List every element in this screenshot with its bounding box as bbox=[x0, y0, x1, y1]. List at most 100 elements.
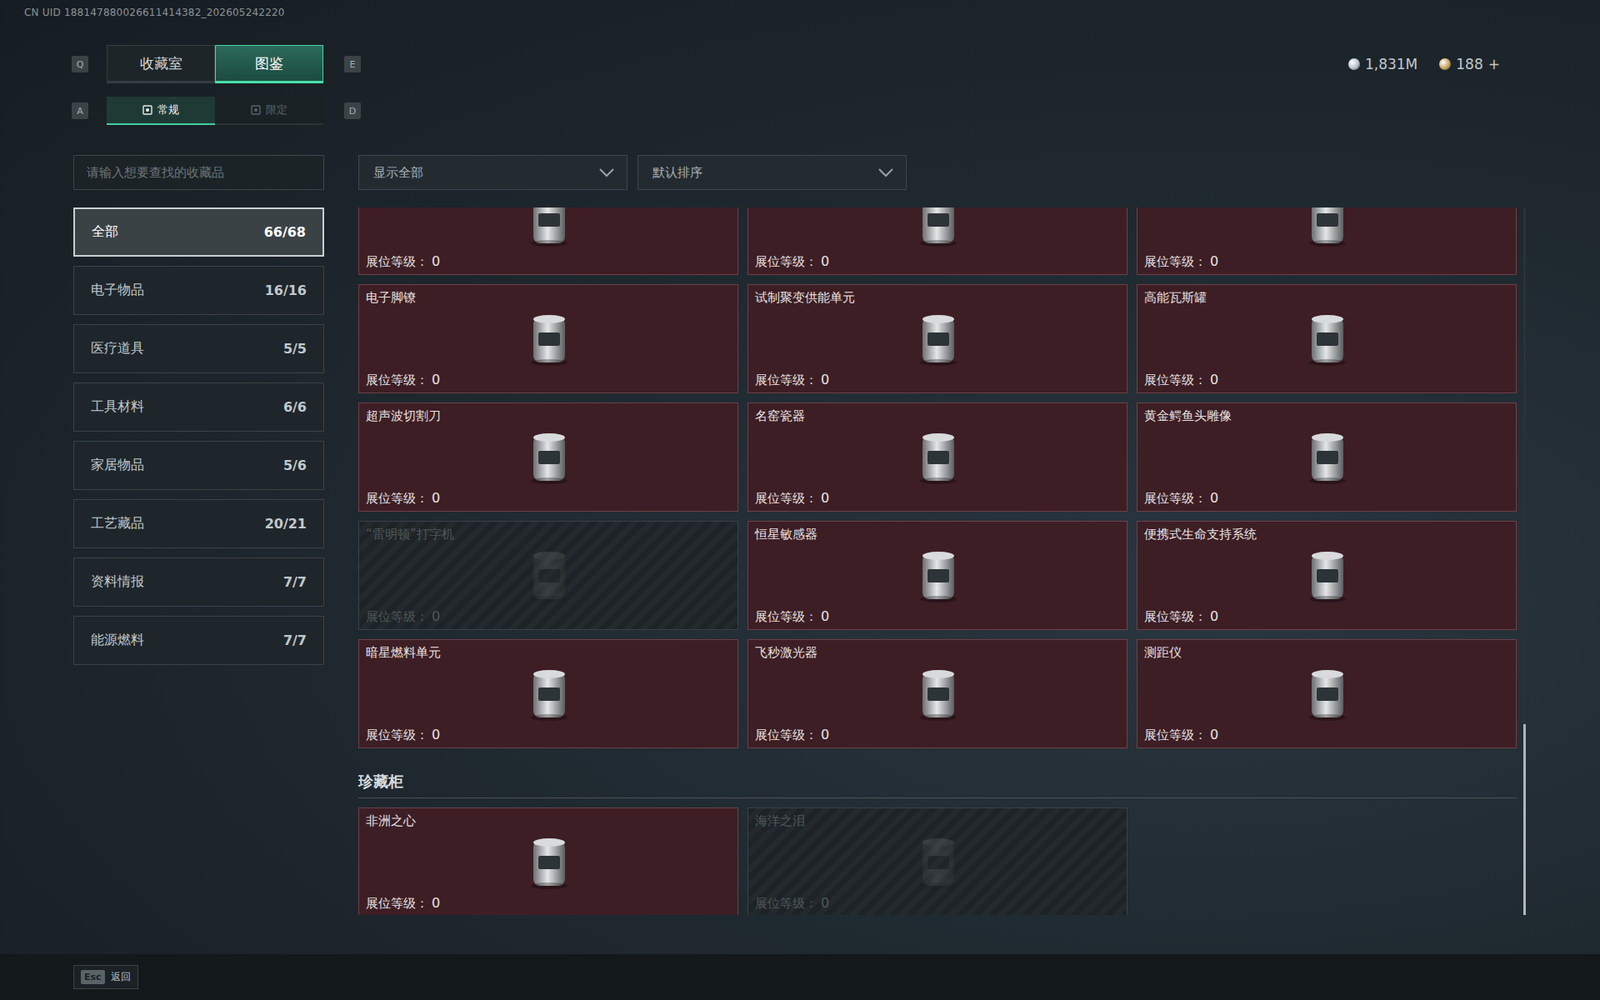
item-icon bbox=[905, 207, 971, 250]
sidebar-item[interactable]: 工具材料6/6 bbox=[73, 382, 325, 432]
collection-card[interactable]: 名窑瓷器展位等级：0 bbox=[747, 402, 1128, 512]
collection-card[interactable]: 海洋之泪展位等级：0 bbox=[747, 807, 1128, 915]
scrollbar[interactable] bbox=[1523, 207, 1526, 915]
card-name: 黄金鳄鱼头雕像 bbox=[1144, 408, 1511, 425]
collection-card[interactable]: 展位等级：0 bbox=[358, 207, 739, 275]
sub-tab[interactable]: 常规 bbox=[106, 96, 215, 125]
item-icon bbox=[1295, 664, 1360, 725]
item-icon bbox=[905, 545, 971, 606]
card-level: 展位等级：0 bbox=[365, 490, 733, 507]
collection-page: CN UID 188147880026611414382_20260524222… bbox=[0, 0, 1600, 1000]
item-icon bbox=[1295, 545, 1360, 606]
card-name: 测距仪 bbox=[1144, 645, 1511, 661]
footer: Esc返回 bbox=[0, 954, 1600, 1000]
item-icon bbox=[516, 832, 582, 893]
section-title: 珍藏柜 bbox=[358, 771, 1517, 799]
item-icon bbox=[905, 832, 971, 893]
card-level: 展位等级：0 bbox=[1144, 726, 1511, 744]
card-name: 便携式生命支持系统 bbox=[1144, 526, 1511, 543]
collection-card[interactable]: 电子脚镣展位等级：0 bbox=[358, 284, 739, 394]
card-level: 展位等级：0 bbox=[1144, 608, 1511, 625]
top-bar: CN UID 188147880026611414382_20260524222… bbox=[0, 0, 1600, 45]
uid-label: CN UID 188147880026611414382_20260524222… bbox=[24, 6, 285, 19]
back-button[interactable]: Esc返回 bbox=[73, 965, 139, 990]
card-name: 飞秒激光器 bbox=[755, 645, 1122, 661]
filter-dropdown[interactable]: 默认排序 bbox=[637, 155, 907, 190]
item-icon bbox=[516, 664, 582, 725]
search-input[interactable] bbox=[73, 155, 325, 190]
subtab-row: A 常规限定 D bbox=[0, 96, 1600, 125]
card-level: 展位等级：0 bbox=[365, 608, 733, 625]
card-level: 展位等级：0 bbox=[365, 253, 733, 270]
tab-row: Q 收藏室图鉴 E 1,831M 188+ bbox=[0, 45, 1600, 84]
sidebar-item[interactable]: 医疗道具5/5 bbox=[73, 324, 325, 374]
filter-dropdown[interactable]: 显示全部 bbox=[358, 155, 628, 190]
card-level: 展位等级：0 bbox=[755, 371, 1122, 389]
card-name: 超声波切割刀 bbox=[365, 408, 733, 425]
card-level: 展位等级：0 bbox=[755, 253, 1122, 270]
collection-card[interactable]: 展位等级：0 bbox=[1136, 207, 1517, 275]
currency-bar: 1,831M 188+ bbox=[1348, 55, 1500, 73]
sidebar-item[interactable]: 全部66/68 bbox=[73, 207, 325, 257]
coin-icon bbox=[1439, 58, 1451, 70]
main-tab[interactable]: 收藏室 bbox=[106, 45, 215, 84]
coin-icon bbox=[1348, 58, 1360, 70]
collection-card[interactable]: 非洲之心展位等级：0 bbox=[358, 807, 739, 915]
category-icon bbox=[250, 105, 261, 115]
collection-card[interactable]: 黄金鳄鱼头雕像展位等级：0 bbox=[1136, 402, 1517, 512]
chevron-down-icon bbox=[877, 167, 895, 178]
collection-card[interactable]: 展位等级：0 bbox=[747, 207, 1128, 275]
card-level: 展位等级：0 bbox=[1144, 253, 1511, 270]
card-name: 高能瓦斯罐 bbox=[1144, 290, 1511, 306]
collection-card[interactable]: 高能瓦斯罐展位等级：0 bbox=[1136, 284, 1517, 394]
currency: 188+ bbox=[1439, 55, 1500, 73]
card-level: 展位等级：0 bbox=[1144, 371, 1511, 389]
main-tab[interactable]: 图鉴 bbox=[215, 45, 324, 84]
collection-card[interactable]: “雷明顿”打字机展位等级：0 bbox=[358, 520, 739, 630]
card-level: 展位等级：0 bbox=[755, 726, 1122, 744]
card-level: 展位等级：0 bbox=[365, 726, 733, 744]
add-button[interactable]: + bbox=[1488, 55, 1500, 73]
sidebar-item[interactable]: 能源燃料7/7 bbox=[73, 615, 325, 665]
key-hint: Q bbox=[71, 55, 89, 73]
currency: 1,831M bbox=[1348, 55, 1418, 73]
card-name: 试制聚变供能单元 bbox=[755, 290, 1122, 306]
item-icon bbox=[905, 427, 971, 488]
collection-card[interactable]: 便携式生命支持系统展位等级：0 bbox=[1136, 520, 1517, 630]
item-icon bbox=[516, 545, 582, 606]
card-level: 展位等级：0 bbox=[365, 895, 733, 912]
key-hint: D bbox=[344, 102, 361, 120]
card-level: 展位等级：0 bbox=[755, 490, 1122, 507]
item-icon bbox=[905, 664, 971, 725]
sidebar-item[interactable]: 家居物品5/6 bbox=[73, 440, 325, 490]
item-icon bbox=[1295, 427, 1360, 488]
collection-card[interactable]: 超声波切割刀展位等级：0 bbox=[358, 402, 739, 512]
collection-card[interactable]: 暗星燃料单元展位等级：0 bbox=[358, 639, 739, 749]
key-hint: A bbox=[71, 102, 89, 120]
collection-card[interactable]: 测距仪展位等级：0 bbox=[1136, 639, 1517, 749]
item-icon bbox=[905, 309, 971, 370]
card-name: “雷明顿”打字机 bbox=[365, 526, 733, 543]
sidebar-item[interactable]: 电子物品16/16 bbox=[73, 265, 325, 315]
item-icon bbox=[516, 309, 582, 370]
item-icon bbox=[1295, 207, 1360, 250]
chevron-down-icon bbox=[598, 167, 615, 178]
card-name: 海洋之泪 bbox=[755, 813, 1122, 830]
card-name: 恒星敏感器 bbox=[755, 526, 1122, 543]
sub-tab[interactable]: 限定 bbox=[215, 96, 324, 125]
main-panel: 显示全部默认排序展位等级：0展位等级：0展位等级：0电子脚镣展位等级：0试制聚变… bbox=[358, 155, 1527, 915]
scrollbar-thumb[interactable] bbox=[1523, 724, 1526, 915]
collection-card[interactable]: 飞秒激光器展位等级：0 bbox=[747, 639, 1128, 749]
sidebar-item[interactable]: 工艺藏品20/21 bbox=[73, 499, 325, 549]
card-level: 展位等级：0 bbox=[755, 895, 1122, 912]
card-name: 暗星燃料单元 bbox=[365, 645, 733, 661]
item-icon bbox=[516, 427, 582, 488]
card-level: 展位等级：0 bbox=[1144, 490, 1511, 507]
category-icon bbox=[142, 105, 153, 115]
card-name: 电子脚镣 bbox=[365, 290, 733, 306]
key-hint: E bbox=[344, 55, 361, 73]
collection-card[interactable]: 试制聚变供能单元展位等级：0 bbox=[747, 284, 1128, 394]
sidebar-item[interactable]: 资料情报7/7 bbox=[73, 557, 325, 607]
collection-card[interactable]: 恒星敏感器展位等级：0 bbox=[747, 520, 1128, 630]
card-grid: 非洲之心展位等级：0海洋之泪展位等级：0 bbox=[358, 807, 1517, 915]
